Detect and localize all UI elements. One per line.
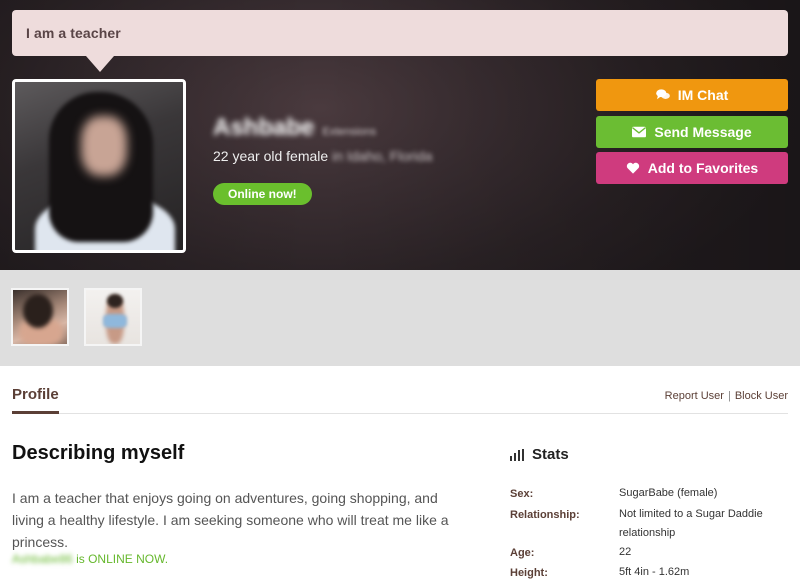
tab-profile[interactable]: Profile bbox=[12, 386, 59, 414]
bar-chart-icon bbox=[510, 448, 524, 461]
online-username[interactable]: Ashbabe86 bbox=[12, 552, 73, 566]
profile-avatar[interactable] bbox=[12, 79, 186, 253]
im-chat-label: IM Chat bbox=[677, 87, 729, 103]
send-message-button[interactable]: Send Message bbox=[596, 116, 788, 148]
profile-name-row: Ashbabe Extensions bbox=[213, 114, 376, 142]
stat-label-relationship: Relationship: bbox=[510, 509, 580, 521]
profile-hero: I am a teacher Ashbabe Extensions 22 yea… bbox=[0, 0, 800, 270]
gallery-thumbnail[interactable] bbox=[84, 288, 142, 346]
link-separator: | bbox=[727, 390, 731, 402]
bubble-tail bbox=[86, 56, 114, 72]
online-now-notice: Ashbabe86 is ONLINE NOW. bbox=[12, 552, 168, 566]
chat-bubbles-icon bbox=[655, 89, 670, 100]
gallery-thumbnail[interactable] bbox=[11, 288, 69, 346]
send-message-label: Send Message bbox=[654, 124, 752, 140]
add-to-favorites-button[interactable]: Add to Favorites bbox=[596, 152, 788, 184]
describing-myself-heading: Describing myself bbox=[12, 442, 185, 464]
headline-bubble: I am a teacher bbox=[12, 10, 788, 56]
stat-value-age: 22 bbox=[619, 546, 632, 558]
report-user-link[interactable]: Report User bbox=[665, 390, 724, 402]
profile-age-location: 22 year old female in Idaho, Florida bbox=[213, 148, 432, 164]
location-text: in Idaho, Florida bbox=[332, 148, 433, 164]
profile-name-suffix: Extensions bbox=[322, 126, 377, 138]
stat-label-sex: Sex: bbox=[510, 488, 534, 500]
moderation-links: Report User | Block User bbox=[665, 390, 788, 402]
stat-value-relationship: Not limited to a Sugar Daddie relationsh… bbox=[619, 508, 763, 539]
stat-label-height: Height: bbox=[510, 567, 548, 579]
stat-value-sex: SugarBabe (female) bbox=[619, 487, 718, 499]
online-status-badge: Online now! bbox=[213, 183, 312, 205]
envelope-icon bbox=[632, 126, 647, 138]
heart-icon bbox=[626, 162, 639, 174]
photo-gallery bbox=[0, 270, 800, 366]
stats-heading: Stats bbox=[510, 446, 569, 463]
profile-tabs-bar: Profile Report User | Block User bbox=[12, 366, 788, 414]
im-chat-button[interactable]: IM Chat bbox=[596, 79, 788, 111]
online-now-text: is ONLINE NOW. bbox=[72, 552, 169, 566]
stat-label-age: Age: bbox=[510, 547, 535, 559]
block-user-link[interactable]: Block User bbox=[735, 390, 788, 402]
about-text: I am a teacher that enjoys going on adve… bbox=[12, 490, 449, 550]
headline-text: I am a teacher bbox=[26, 25, 121, 41]
profile-name: Ashbabe bbox=[213, 114, 315, 141]
age-text: 22 year old female bbox=[213, 148, 329, 164]
stats-title: Stats bbox=[532, 446, 569, 463]
add-to-favorites-label: Add to Favorites bbox=[647, 160, 759, 176]
stat-value-height: 5ft 4in - 1.62m bbox=[619, 566, 690, 578]
